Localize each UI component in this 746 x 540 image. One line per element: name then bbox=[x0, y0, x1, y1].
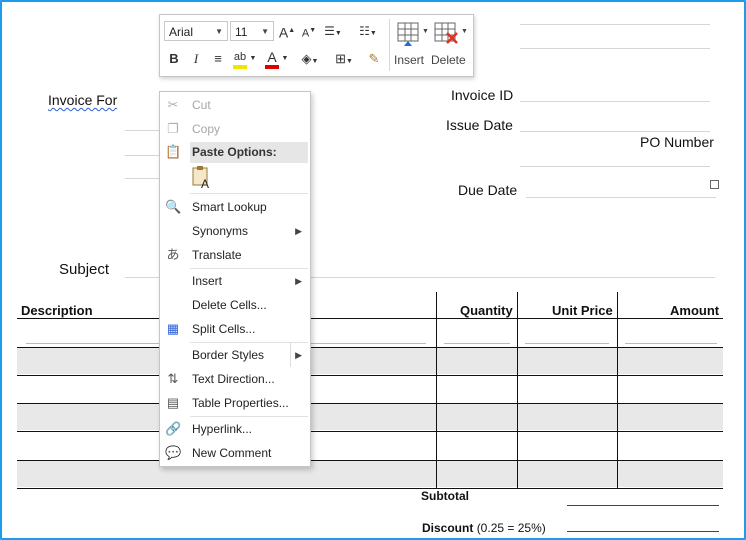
italic-icon[interactable]: I bbox=[186, 49, 206, 69]
svg-text:▼: ▼ bbox=[461, 28, 468, 35]
delete-table-icon: ▼ bbox=[434, 22, 468, 44]
discount-field[interactable] bbox=[567, 531, 719, 532]
date-picker-icon[interactable] bbox=[710, 180, 719, 189]
invoice-id-field[interactable] bbox=[520, 101, 710, 102]
toolbar-separator bbox=[389, 19, 390, 71]
column-divider bbox=[436, 292, 437, 488]
font-color-dropdown-icon[interactable]: ▼ bbox=[280, 49, 290, 69]
scissors-icon: ✂ bbox=[167, 97, 179, 112]
clipboard-icon: 📋 bbox=[165, 144, 182, 159]
subtotal-field[interactable] bbox=[567, 505, 719, 506]
insert-button[interactable]: ▼ Insert bbox=[394, 19, 430, 73]
due-date-field[interactable] bbox=[526, 197, 716, 198]
paste-options-header: 📋 Paste Options: bbox=[165, 144, 277, 159]
comment-icon: 💬 bbox=[165, 445, 182, 460]
cell-line bbox=[525, 343, 609, 344]
menu-item-hyperlink[interactable]: 🔗 Hyperlink... bbox=[160, 417, 310, 441]
subject-label: Subject bbox=[59, 261, 110, 278]
menu-item-translate[interactable]: あ Translate bbox=[160, 243, 310, 267]
column-header-amount: Amount bbox=[670, 303, 720, 318]
menu-item-smart-lookup[interactable]: 🔍 Smart Lookup bbox=[160, 195, 310, 219]
column-header-unit-price: Unit Price bbox=[552, 303, 613, 318]
menu-item-new-comment[interactable]: 💬 New Comment bbox=[160, 441, 310, 465]
discount-label: Discount (0.25 = 25%) bbox=[422, 521, 546, 535]
issue-date-label: Issue Date bbox=[446, 117, 513, 133]
po-number-field[interactable] bbox=[520, 166, 710, 167]
menu-item-split-cells[interactable]: ▦ Split Cells... bbox=[160, 317, 310, 341]
context-menu: ✂ Cut ❐ Copy 📋 Paste Options: A 🔍 Smart … bbox=[159, 91, 311, 467]
header-line-top-2 bbox=[520, 48, 710, 49]
menu-item-text-direction[interactable]: ⇅ Text Direction... bbox=[160, 367, 310, 391]
paste-keep-text-only-button[interactable]: A bbox=[190, 166, 214, 191]
po-number-label: PO Number bbox=[640, 134, 714, 150]
svg-text:A: A bbox=[201, 177, 209, 190]
table-properties-icon: ▤ bbox=[166, 395, 180, 410]
text-direction-icon: ⇅ bbox=[167, 371, 179, 386]
copy-icon: ❐ bbox=[167, 121, 179, 136]
issue-date-field[interactable] bbox=[520, 131, 710, 132]
mini-toolbar: Arial ▼ 11 ▼ A▲ A▼ ☰▼ ☷▼ B I ≡ ab ▼ A ▼ ◈▼… bbox=[159, 14, 474, 77]
menu-separator bbox=[190, 193, 308, 194]
submenu-arrow-icon: ▶ bbox=[295, 226, 302, 236]
menu-item-cut[interactable]: ✂ Cut bbox=[160, 93, 310, 117]
translate-icon: あ bbox=[166, 247, 180, 262]
delete-button[interactable]: ▼ Delete bbox=[431, 19, 469, 73]
menu-item-delete-cells[interactable]: Delete Cells... bbox=[160, 293, 310, 317]
format-painter-icon[interactable]: ✎ bbox=[364, 49, 384, 69]
font-name-combo[interactable]: Arial ▼ bbox=[164, 21, 228, 41]
hyperlink-icon: 🔗 bbox=[165, 421, 182, 436]
bold-icon[interactable]: B bbox=[164, 49, 184, 69]
grow-font-icon[interactable]: A▲ bbox=[277, 21, 297, 41]
header-line-top-1 bbox=[520, 24, 710, 25]
shading-icon[interactable]: ◈▼ bbox=[295, 49, 325, 69]
submenu-arrow-icon: ▶ bbox=[290, 343, 302, 367]
submenu-arrow-icon: ▶ bbox=[295, 276, 302, 286]
svg-text:▼: ▼ bbox=[422, 28, 429, 35]
table-row-rule bbox=[17, 488, 723, 489]
menu-item-border-styles[interactable]: Border Styles ▶ bbox=[160, 343, 310, 367]
subtotal-label: Subtotal bbox=[421, 489, 469, 503]
menu-item-table-properties[interactable]: ▤ Table Properties... bbox=[160, 391, 310, 415]
paste-text-only-icon: A bbox=[192, 166, 209, 191]
borders-icon[interactable]: ⊞▼ bbox=[330, 49, 358, 69]
menu-item-synonyms[interactable]: Synonyms ▶ bbox=[160, 219, 310, 243]
invoice-for-label: Invoice For bbox=[48, 92, 118, 108]
font-color-icon[interactable]: A bbox=[262, 47, 282, 69]
menu-item-insert[interactable]: Insert ▶ bbox=[160, 269, 310, 293]
menu-item-copy[interactable]: ❐ Copy bbox=[160, 117, 310, 141]
shrink-font-icon[interactable]: A▼ bbox=[299, 21, 319, 41]
bullets-icon[interactable]: ☰▼ bbox=[320, 21, 346, 41]
cell-line bbox=[444, 343, 510, 344]
invoice-id-label: Invoice ID bbox=[451, 87, 514, 103]
column-header-description: Description bbox=[21, 303, 93, 318]
due-date-label: Due Date bbox=[458, 182, 518, 198]
font-size-combo[interactable]: 11 ▼ bbox=[230, 21, 274, 41]
center-align-icon[interactable]: ≡ bbox=[208, 49, 228, 69]
split-cells-icon: ▦ bbox=[166, 321, 180, 336]
column-header-quantity: Quantity bbox=[460, 303, 513, 318]
highlight-icon[interactable]: ab bbox=[230, 47, 250, 69]
highlight-dropdown-icon[interactable]: ▼ bbox=[248, 49, 258, 69]
window-frame bbox=[0, 0, 746, 540]
cell-line bbox=[625, 343, 717, 344]
insert-table-icon: ▼ bbox=[397, 22, 429, 46]
column-divider bbox=[517, 292, 518, 488]
smart-lookup-icon: 🔍 bbox=[165, 199, 182, 214]
column-divider bbox=[617, 292, 618, 488]
numbering-icon[interactable]: ☷▼ bbox=[353, 21, 383, 41]
